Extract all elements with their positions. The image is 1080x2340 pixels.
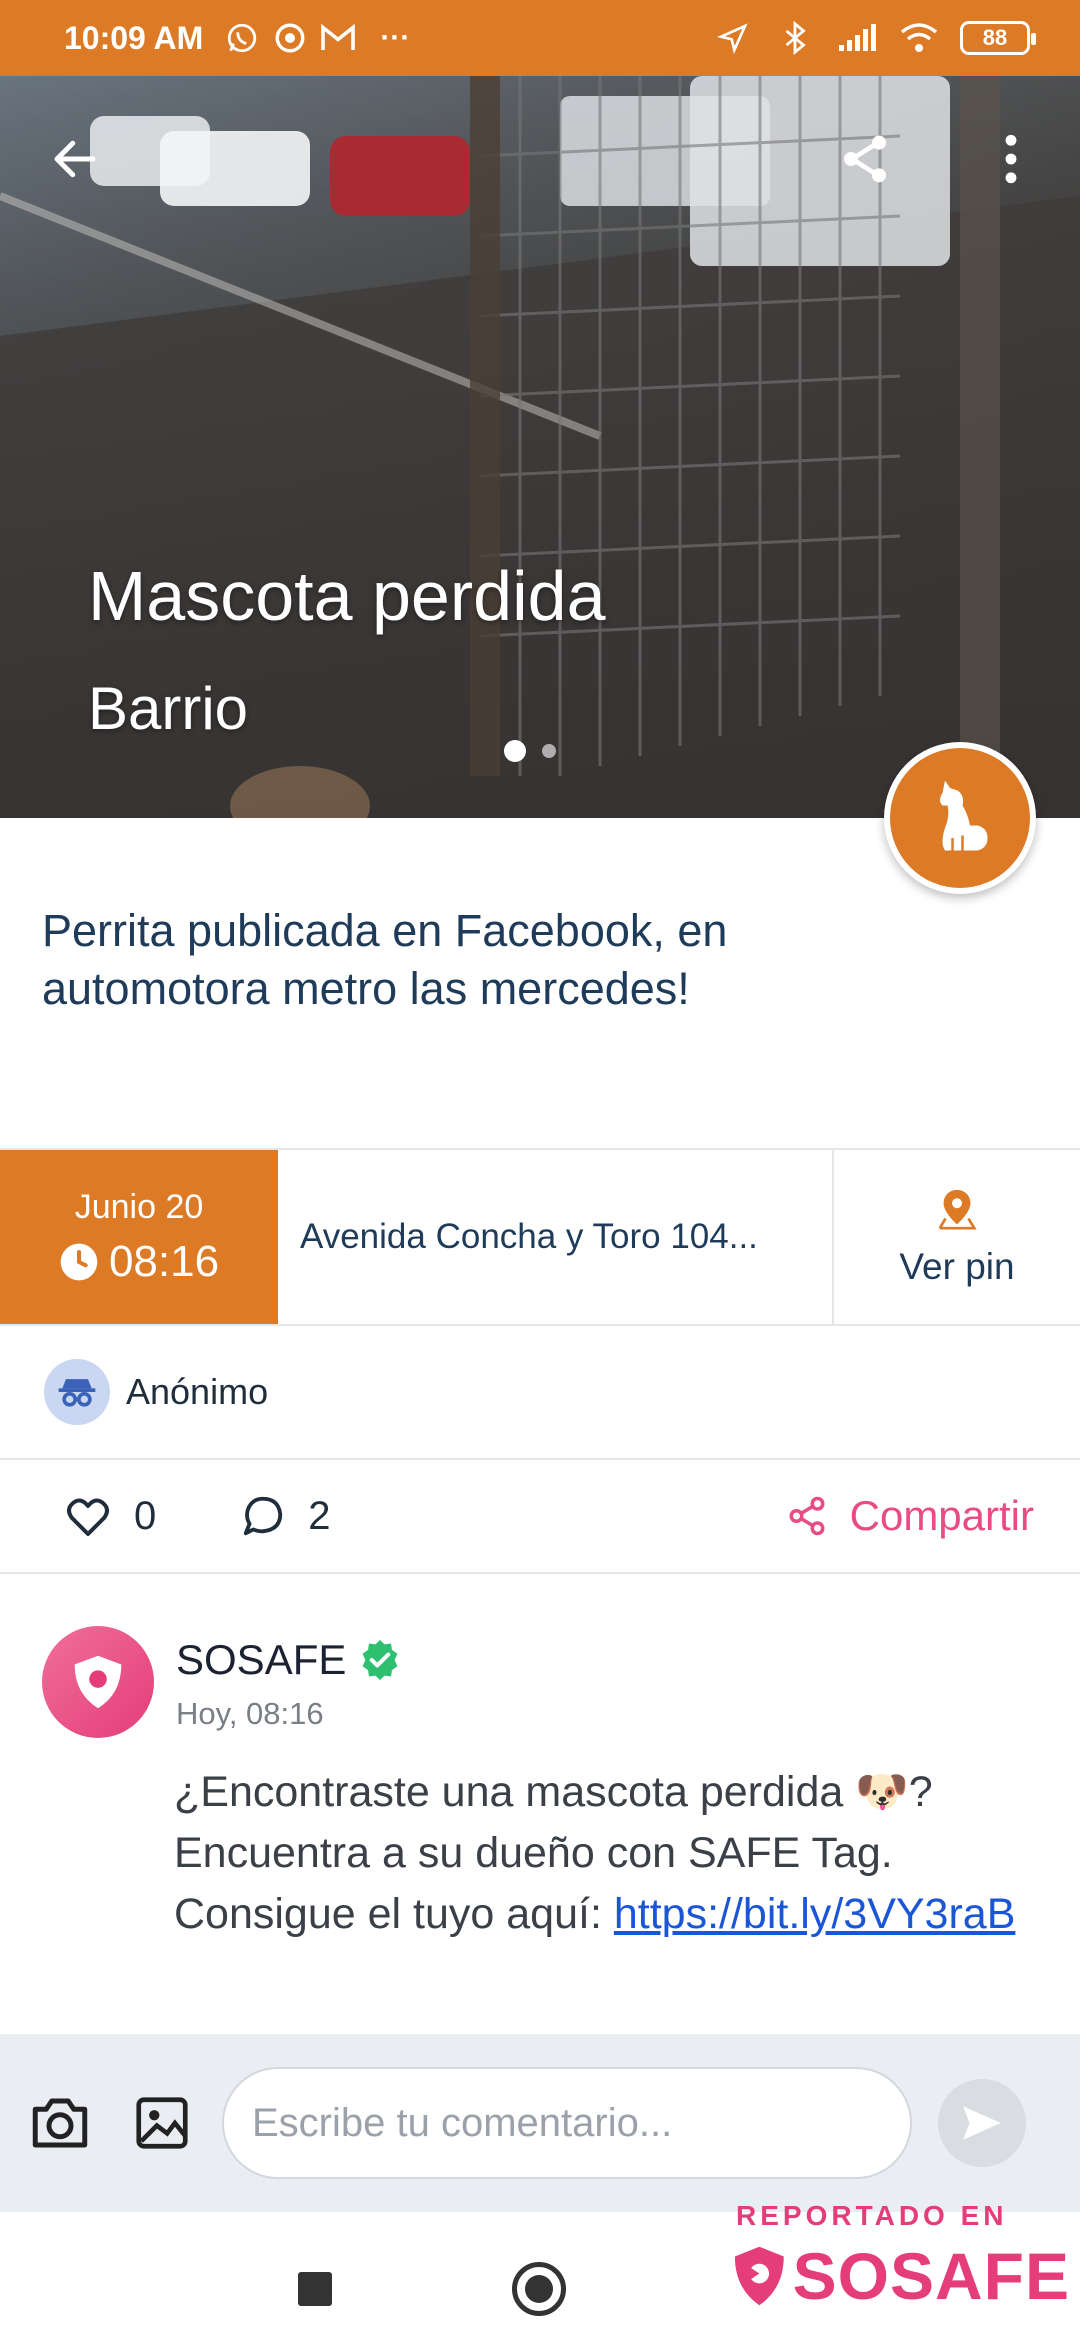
clock-icon: [60, 1243, 98, 1280]
hero-image[interactable]: Mascota perdida Barrio: [0, 76, 1080, 818]
anonymous-avatar: [44, 1359, 110, 1425]
pager-dot[interactable]: [542, 744, 556, 758]
post-date: Junio 20: [74, 1187, 204, 1226]
sosafe-avatar: [42, 1626, 154, 1738]
whatsapp-icon: [221, 17, 263, 59]
comment-count: 2: [308, 1493, 331, 1538]
comment-author: SOSAFE: [176, 1636, 347, 1683]
battery-indicator: 88: [960, 21, 1036, 55]
post-author-name: Anónimo: [126, 1371, 269, 1412]
post-time-wrap: 08:16: [59, 1237, 219, 1287]
send-button[interactable]: [938, 2079, 1026, 2167]
status-bar: 10:09 AM ··· 88: [0, 0, 1080, 76]
post-address: Avenida Concha y Toro 104...: [300, 1217, 758, 1256]
map-pin-icon: [938, 1189, 977, 1230]
signal-icon: [836, 17, 878, 59]
view-pin-button[interactable]: Ver pin: [834, 1150, 1080, 1324]
post-info-row: Junio 20 08:16 Avenida Concha y Toro 104…: [0, 1148, 1080, 1326]
kebab-menu-icon: [1005, 134, 1017, 184]
comment-input[interactable]: [222, 2067, 912, 2179]
post-description: Perrita publicada en Facebook, en automo…: [42, 905, 728, 1014]
incognito-icon: [58, 1379, 96, 1407]
gallery-button[interactable]: [122, 2083, 202, 2163]
view-pin-label: Ver pin: [899, 1246, 1015, 1287]
location-arrow-icon: [712, 17, 754, 59]
dog-icon: [940, 780, 988, 851]
watermark-brand: SOSAFE: [730, 2238, 1070, 2314]
share-button[interactable]: Compartir: [786, 1492, 1034, 1540]
send-icon: [963, 2106, 1001, 2140]
comment-input-bar: [0, 2034, 1080, 2212]
gmail-icon: [317, 17, 359, 59]
back-button[interactable]: [30, 114, 120, 204]
status-time: 10:09 AM: [64, 19, 204, 56]
camera-button[interactable]: [20, 2083, 100, 2163]
category-badge: [884, 742, 1036, 894]
post-actions-row: 0 2 Compartir: [0, 1460, 1080, 1574]
watermark-brand-text: SOSAFE: [792, 2239, 1070, 2313]
home-button[interactable]: [512, 2262, 566, 2316]
sosafe-shield-icon: [74, 1655, 122, 1709]
share-icon: [789, 1496, 825, 1536]
share-label: Compartir: [849, 1492, 1034, 1539]
more-notifications-icon: ···: [380, 21, 411, 54]
like-button[interactable]: 0: [64, 1492, 156, 1540]
bluetooth-icon: [774, 17, 816, 59]
wifi-icon: [898, 17, 940, 59]
address-cell[interactable]: Avenida Concha y Toro 104...: [278, 1150, 834, 1324]
post-author-row: Anónimo: [0, 1326, 1080, 1460]
comment-author-wrap: SOSAFE: [176, 1636, 402, 1684]
like-count: 0: [134, 1493, 157, 1538]
comment-time: Hoy, 08:16: [176, 1696, 324, 1731]
image-pager-dots[interactable]: [504, 740, 556, 762]
camera-icon: [32, 2098, 88, 2148]
share-top-button[interactable]: [820, 114, 910, 204]
post-time: 08:16: [108, 1236, 220, 1286]
chrome-icon: [269, 17, 311, 59]
comments-button[interactable]: 2: [240, 1493, 331, 1539]
image-icon: [136, 2097, 188, 2149]
post-scope-subtitle: Barrio: [88, 675, 249, 742]
comment-body: ¿Encontraste una mascota perdida 🐶? Encu…: [174, 1762, 1024, 1945]
date-time-cell: Junio 20 08:16: [0, 1150, 278, 1324]
sosafe-watermark: REPORTADO EN SOSAFE: [730, 2200, 1070, 2340]
share-icon: [844, 135, 886, 183]
watermark-caption: REPORTADO EN: [736, 2200, 1008, 2231]
heart-icon: [67, 1498, 109, 1536]
comment-item: SOSAFE Hoy, 08:16 ¿Encontraste una masco…: [0, 1574, 1080, 2034]
recents-button[interactable]: [298, 2272, 332, 2306]
more-options-button[interactable]: [966, 114, 1056, 204]
comment-link[interactable]: https://bit.ly/3VY3raB: [614, 1890, 1016, 1938]
arrow-left-icon: [54, 140, 96, 178]
verified-badge-icon: [362, 1639, 398, 1681]
sosafe-logo-icon: [734, 2246, 784, 2306]
post-category-title: Mascota perdida: [88, 557, 606, 635]
pager-dot-active[interactable]: [504, 740, 526, 762]
comment-bubble-icon: [244, 1496, 283, 1536]
